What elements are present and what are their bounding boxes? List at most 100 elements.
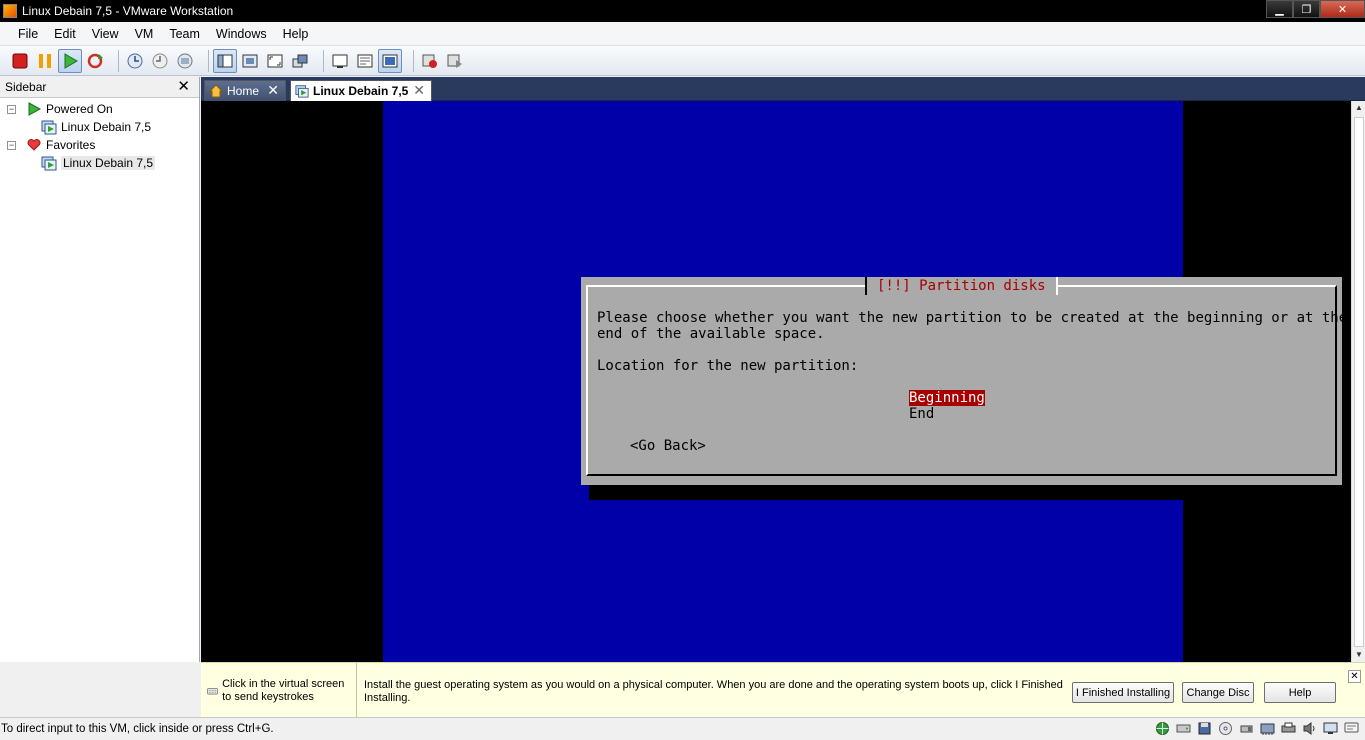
heart-icon — [26, 137, 42, 153]
option-end[interactable]: End — [909, 406, 934, 422]
display-icon[interactable] — [1322, 720, 1338, 736]
toolbar-separator — [413, 49, 414, 72]
window-title: Linux Debain 7,5 - VMware Workstation — [22, 4, 234, 18]
keystroke-hint-text: Click in the virtual screen to send keys… — [222, 677, 345, 703]
home-icon — [208, 84, 224, 98]
vertical-scrollbar[interactable]: ▲ ▼ — [1351, 101, 1365, 662]
vmware-window: Linux Debain 7,5 - VMware Workstation ▁ … — [0, 0, 1365, 740]
play-icon — [64, 52, 78, 69]
sound-icon[interactable] — [1301, 720, 1317, 736]
collapse-icon[interactable]: − — [7, 104, 16, 114]
window-controls: ▁ ❐ ✕ — [1266, 0, 1365, 18]
power-off-button[interactable] — [8, 49, 32, 73]
summary-view-button[interactable] — [353, 49, 377, 73]
menu-file[interactable]: File — [10, 22, 46, 46]
option-beginning[interactable]: Beginning — [909, 390, 985, 406]
help-button[interactable]: Help — [1264, 682, 1336, 703]
vm-running-icon — [295, 84, 309, 98]
suspend-button[interactable] — [33, 49, 57, 73]
cd-icon[interactable] — [1217, 720, 1233, 736]
messages-icon[interactable] — [1343, 720, 1359, 736]
tree-group-label: Favorites — [46, 138, 96, 152]
quick-switch-button[interactable] — [238, 49, 262, 73]
thumbnail-view-icon — [382, 54, 398, 67]
toolbar-separator — [208, 49, 209, 72]
dialog-description-line-1: Please choose whether you want the new p… — [597, 310, 1348, 326]
minimize-button[interactable]: ▁ — [1266, 0, 1293, 18]
show-sidebar-icon — [217, 54, 233, 67]
sidebar-header: Sidebar ✕ — [0, 77, 199, 98]
show-sidebar-button[interactable] — [213, 48, 237, 73]
vm-library-tree: − Powered On Linux Debain 7,5 − Favorite… — [0, 98, 199, 172]
sidebar-close-button[interactable]: ✕ — [177, 78, 190, 96]
dialog-description-line-2: end of the available space. — [597, 326, 825, 342]
go-back-button[interactable]: <Go Back> — [630, 438, 706, 454]
guest-screen[interactable]: [!!] Partition disks Please choose wheth… — [383, 101, 1350, 662]
status-bar: To direct input to this VM, click inside… — [0, 717, 1365, 740]
summary-view-icon — [357, 54, 373, 67]
reset-icon — [87, 53, 103, 68]
record-button[interactable] — [418, 49, 442, 73]
replay-button[interactable] — [443, 49, 467, 73]
sidebar-title: Sidebar — [5, 80, 47, 94]
tab-close-button[interactable]: ✕ — [413, 82, 425, 99]
snapshot-manager-button[interactable] — [173, 49, 197, 73]
power-controls — [8, 48, 108, 73]
tree-item-vm[interactable]: Linux Debain 7,5 — [0, 118, 199, 136]
menu-view[interactable]: View — [84, 22, 127, 46]
network-icon[interactable] — [1154, 720, 1170, 736]
hard-disk-icon[interactable] — [1175, 720, 1191, 736]
status-text: To direct input to this VM, click inside… — [1, 723, 274, 735]
console-view-button[interactable] — [328, 49, 352, 73]
change-disc-button[interactable]: Change Disc — [1182, 682, 1254, 703]
console-controls — [328, 48, 403, 73]
finished-installing-button[interactable]: I Finished Installing — [1072, 682, 1174, 703]
info-bar-close-button[interactable]: ✕ — [1348, 670, 1361, 683]
tree-group-powered-on[interactable]: − Powered On — [0, 100, 199, 118]
tree-item-label: Linux Debain 7,5 — [61, 156, 156, 170]
vm-console[interactable]: [!!] Partition disks Please choose wheth… — [201, 101, 1351, 662]
tab-close-button[interactable]: ✕ — [267, 82, 279, 99]
record-icon — [422, 54, 437, 68]
reset-button[interactable] — [83, 49, 107, 73]
toolbar-separator — [323, 49, 324, 72]
sidebar: Sidebar ✕ − Powered On Linux Debain 7,5 … — [0, 77, 200, 662]
toolbar-separator — [118, 49, 119, 72]
menu-edit[interactable]: Edit — [46, 22, 84, 46]
revert-snapshot-button[interactable] — [148, 49, 172, 73]
replay-icon — [447, 54, 462, 68]
scrollbar-thumb[interactable] — [1354, 117, 1364, 647]
keystroke-hint: Click in the virtual screen to send keys… — [201, 663, 357, 718]
close-window-button[interactable]: ✕ — [1320, 0, 1365, 18]
tab-label: Home — [227, 84, 260, 98]
menu-windows[interactable]: Windows — [208, 22, 275, 46]
unity-button[interactable] — [288, 49, 312, 73]
menu-team[interactable]: Team — [161, 22, 208, 46]
menu-help[interactable]: Help — [275, 22, 317, 46]
power-on-button[interactable] — [58, 48, 82, 73]
keyboard-icon — [207, 687, 218, 694]
tab-home[interactable]: Home ✕ — [204, 80, 286, 101]
console-view-icon — [332, 54, 348, 68]
scroll-up-arrow-icon[interactable]: ▲ — [1352, 101, 1365, 115]
toolbar — [0, 46, 1365, 76]
maximize-button[interactable]: ❐ — [1293, 0, 1320, 18]
network-adapter-icon[interactable] — [1259, 720, 1275, 736]
tree-group-favorites[interactable]: − Favorites — [0, 136, 199, 154]
tab-linux-debain[interactable]: Linux Debain 7,5 ✕ — [290, 80, 432, 101]
usb-icon[interactable] — [1238, 720, 1254, 736]
scroll-down-arrow-icon[interactable]: ▼ — [1352, 648, 1365, 662]
snapshot-controls — [123, 49, 198, 73]
vmware-app-icon — [3, 4, 17, 18]
full-screen-button[interactable] — [263, 49, 287, 73]
tree-item-vm-favorite[interactable]: Linux Debain 7,5 — [0, 154, 199, 172]
menu-vm[interactable]: VM — [127, 22, 162, 46]
collapse-icon[interactable]: − — [7, 140, 16, 150]
thumbnail-view-button[interactable] — [378, 48, 402, 73]
install-instructions: Install the guest operating system as yo… — [364, 679, 1063, 704]
take-snapshot-button[interactable] — [123, 49, 147, 73]
floppy-icon[interactable] — [1196, 720, 1212, 736]
partition-dialog: [!!] Partition disks Please choose wheth… — [581, 277, 1347, 485]
full-screen-icon — [267, 54, 283, 67]
printer-icon[interactable] — [1280, 720, 1296, 736]
